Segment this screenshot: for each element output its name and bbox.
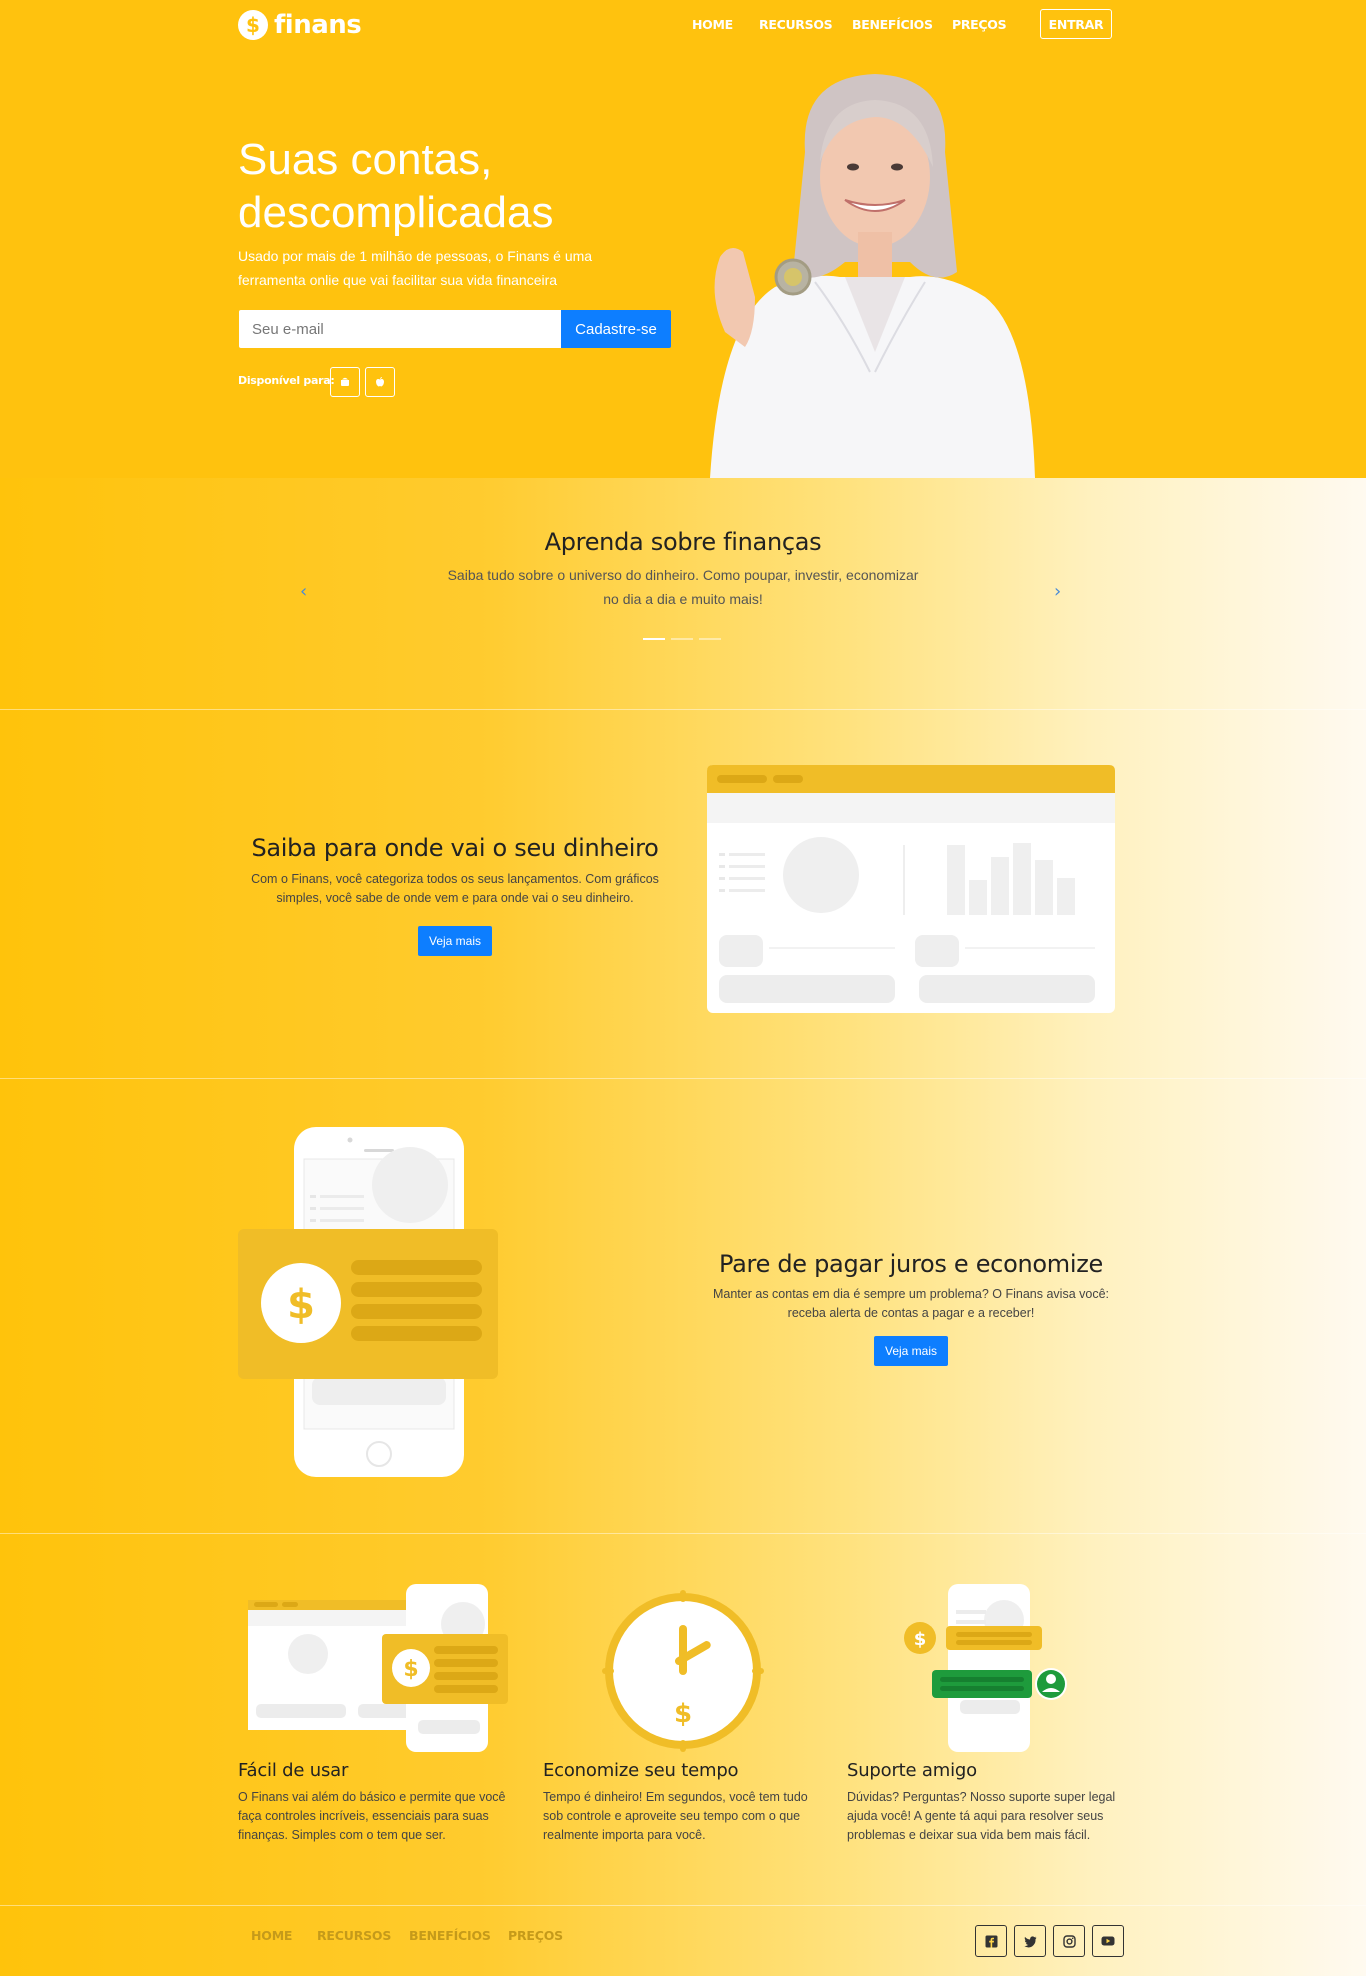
nav-beneficios-wrap: BENEFÍCIOS [852, 17, 933, 32]
friendly-support-illustration: $ [904, 1584, 1067, 1752]
feature2-title: Pare de pagar juros e economize [719, 1250, 1103, 1278]
youtube-icon [1101, 1936, 1115, 1946]
benefit3-text: Dúvidas? Perguntas? Nosso suporte super … [847, 1790, 1116, 1842]
carousel-next-button[interactable]: › [1054, 581, 1061, 602]
feature1-text: Com o Finans, você categoriza todos os s… [251, 872, 659, 905]
brand-name: finans [274, 10, 362, 40]
hero-section [0, 0, 1366, 478]
footer-nav-home[interactable]: HOME [251, 1928, 292, 1943]
feature1-title: Saiba para onde vai o seu dinheiro [251, 834, 659, 862]
phone-payment-illustration: $ [238, 1127, 498, 1477]
benefit1-text: O Finans vai além do básico e permite qu… [238, 1790, 506, 1842]
benefit2-title: Economize seu tempo [543, 1760, 739, 1781]
available-label: Disponível para: [238, 374, 335, 387]
dollar-icon: $ [403, 1657, 418, 1682]
feature1-more-button[interactable]: Veja mais [418, 926, 492, 956]
section-divider [0, 1078, 1366, 1079]
apple-store-button[interactable] [365, 367, 395, 397]
nav-precos-wrap: PREÇOS [952, 17, 1007, 32]
nav-beneficios[interactable]: BENEFÍCIOS [852, 17, 933, 32]
clock-illustration: $ [602, 1590, 764, 1752]
signup-button[interactable]: Cadastre-se [561, 310, 671, 348]
android-icon [341, 377, 349, 386]
section-divider [0, 1533, 1366, 1534]
dollar-icon: $ [914, 1629, 927, 1650]
brand-logo[interactable]: $ finans [238, 10, 362, 40]
login-button[interactable]: ENTRAR [1040, 9, 1112, 39]
nav-recursos[interactable]: RECURSOS [759, 17, 833, 32]
dollar-icon: $ [674, 1699, 692, 1729]
easy-to-use-illustration: $ [248, 1584, 508, 1752]
twitter-icon [1023, 1935, 1036, 1947]
hero-subtitle: Usado por mais de 1 milhão de pessoas, o… [238, 248, 593, 288]
footer-nav-precos[interactable]: PREÇOS [508, 1928, 563, 1943]
nav-home[interactable]: HOME [692, 17, 733, 32]
learn-title: Aprenda sobre finanças [544, 528, 822, 556]
nav-home-wrap: HOME [692, 17, 733, 32]
footer-precos-wrap: PREÇOS [508, 1928, 563, 1943]
carousel-indicator-1[interactable] [643, 638, 665, 640]
feature2-text: Manter as contas em dia é sempre um prob… [712, 1287, 1109, 1320]
footer-nav-recursos[interactable]: RECURSOS [317, 1928, 391, 1943]
benefit2-text: Tempo é dinheiro! Em segundos, você tem … [543, 1790, 808, 1842]
section-divider [0, 709, 1366, 710]
footer-home-wrap: HOME [251, 1928, 292, 1943]
facebook-icon [985, 1935, 997, 1947]
dollar-icon: $ [287, 1282, 315, 1328]
benefit1-title: Fácil de usar [238, 1760, 349, 1781]
hero-title-line1: Suas contas, [238, 135, 493, 184]
footer-nav-beneficios[interactable]: BENEFÍCIOS [409, 1928, 491, 1943]
hero-title-line2: descomplicadas [238, 188, 554, 237]
apple-icon [376, 377, 384, 387]
nav-recursos-wrap: RECURSOS [759, 17, 833, 32]
feature2-more-button[interactable]: Veja mais [874, 1336, 948, 1366]
carousel-indicator-3[interactable] [699, 638, 721, 640]
instagram-button[interactable] [1053, 1925, 1085, 1957]
footer-beneficios-wrap: BENEFÍCIOS [409, 1928, 491, 1943]
woman-holding-coin-image [710, 74, 1035, 478]
facebook-button[interactable] [975, 1925, 1007, 1957]
dashboard-illustration [707, 765, 1115, 1013]
android-store-button[interactable] [330, 367, 360, 397]
footer-divider [0, 1905, 1366, 1906]
email-input[interactable]: Seu e-mail [239, 310, 561, 348]
carousel-indicator-2[interactable] [671, 638, 693, 640]
nav-precos[interactable]: PREÇOS [952, 17, 1007, 32]
benefit3-title: Suporte amigo [847, 1760, 977, 1781]
footer-recursos-wrap: RECURSOS [317, 1928, 391, 1943]
youtube-button[interactable] [1092, 1925, 1124, 1957]
carousel-prev-button[interactable]: ‹ [300, 581, 307, 602]
instagram-icon [1062, 1934, 1076, 1948]
twitter-button[interactable] [1014, 1925, 1046, 1957]
dollar-logo-icon: $ [238, 10, 268, 40]
hero-title: Suas contas, descomplicadas [238, 133, 718, 239]
learn-text: Saiba tudo sobre o universo do dinheiro.… [447, 567, 919, 607]
